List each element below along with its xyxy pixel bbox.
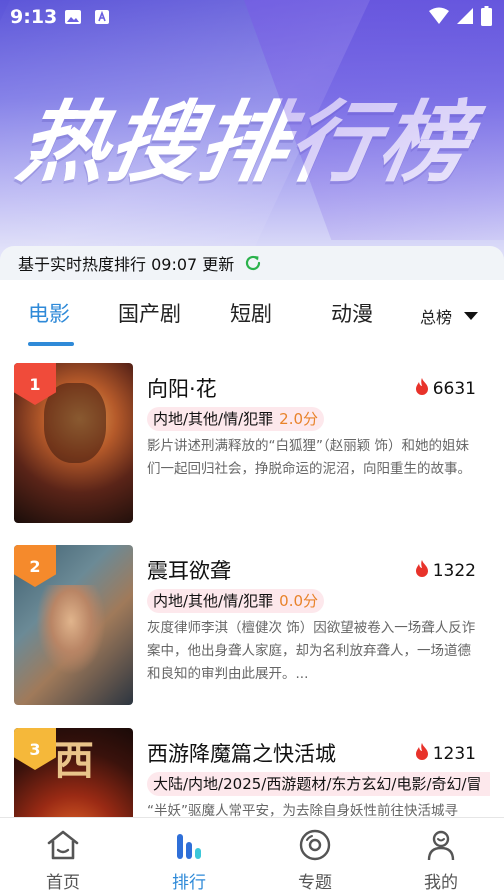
nav-label-profile: 我的 (424, 873, 458, 893)
genre-text: 大陆/内地/2025/西游题材/东方玄幻/电影/奇幻/冒 (153, 775, 482, 793)
status-bar: 9:13 (0, 0, 504, 36)
nav-home[interactable]: 首页 (23, 828, 103, 893)
fire-icon (414, 377, 430, 400)
signal-icon (457, 7, 473, 29)
refresh-icon[interactable] (244, 254, 262, 272)
heat-value: 1322 (432, 560, 476, 581)
ranking-scope-dropdown[interactable]: 总榜 (420, 304, 479, 328)
hero-title: 热搜排行榜 (11, 91, 480, 194)
genre-tag: 内地/其他/情/犯罪 2.0分 (147, 407, 325, 431)
fire-icon (414, 742, 430, 765)
update-info-bar: 基于实时热度排行 09:07 更新 (0, 246, 504, 280)
item-title[interactable]: 震耳欲聋 (147, 555, 231, 585)
poster-hands (36, 585, 106, 675)
tab-movie[interactable]: 电影 (28, 298, 70, 328)
user-icon (423, 828, 459, 866)
heat-count: 1231 (414, 742, 476, 765)
home-icon (45, 828, 81, 866)
nav-ranking[interactable]: 排行 (149, 828, 229, 893)
nav-label-home: 首页 (46, 873, 80, 893)
heat-count: 1322 (414, 559, 476, 582)
nav-label-topics: 专题 (298, 873, 332, 893)
heat-value: 1231 (432, 743, 476, 764)
category-tabs: 电影 国产剧 短剧 动漫 总榜 (0, 280, 504, 350)
item-description: 影片讲述刑满释放的“白狐狸”（赵丽颖 饰）和她的姐妹们一起回归社会，挣脱命运的泥… (147, 438, 471, 477)
score-text: 0.0分 (279, 592, 319, 610)
hero-banner: 热搜排行榜 (0, 0, 504, 280)
wifi-icon (429, 7, 449, 29)
update-text: 基于实时热度排行 09:07 更新 (18, 255, 235, 274)
poster-image[interactable]: 1 (14, 363, 133, 523)
heat-value: 6631 (432, 378, 476, 399)
item-title[interactable]: 西游降魔篇之快活城 (147, 738, 336, 768)
genre-text: 内地/其他/情/犯罪 (153, 592, 274, 610)
tab-domestic-series[interactable]: 国产剧 (118, 298, 181, 328)
rank-badge: 3 (14, 728, 56, 770)
fire-icon (414, 559, 430, 582)
list-item[interactable]: 2 震耳欲聋 1322 内地/其他/情/犯罪 0.0分 灰度律师李淇（檀健次 饰）… (0, 545, 504, 710)
poster-calligraphy: 西 (54, 737, 94, 784)
tab-short-drama[interactable]: 短剧 (230, 298, 272, 328)
image-notification-icon (64, 9, 82, 29)
item-title[interactable]: 向阳·花 (147, 373, 217, 403)
poster-figure (44, 383, 106, 463)
nav-topics[interactable]: 专题 (275, 828, 355, 893)
nav-label-ranking: 排行 (172, 873, 206, 893)
poster-image[interactable]: 2 (14, 545, 133, 705)
genre-tag: 内地/其他/情/犯罪 0.0分 (147, 589, 325, 613)
item-description: 灰度律师李淇（檀健次 饰）因欲望被卷入一场聋人反诈案中，他出身聋人家庭，却为名利… (147, 620, 476, 682)
status-time: 9:13 (10, 6, 58, 28)
ranking-screen: 热搜排行榜 9:13 基于实时热度排行 09:07 更新 电影 国产剧 短剧 动… (0, 0, 504, 896)
nav-profile[interactable]: 我的 (401, 828, 481, 893)
score-text: 2.0分 (279, 410, 319, 428)
heat-count: 6631 (414, 377, 476, 400)
dropdown-label: 总榜 (420, 308, 453, 327)
rank-badge: 2 (14, 545, 56, 587)
ranking-bars-icon (171, 828, 207, 866)
app-notification-icon (94, 9, 110, 29)
dropdown-arrow-icon (464, 312, 479, 320)
battery-icon (481, 6, 492, 30)
list-item[interactable]: 1 向阳·花 6631 内地/其他/情/犯罪 2.0分 影片讲述刑满释放的“白狐狸… (0, 363, 504, 528)
tab-anime[interactable]: 动漫 (331, 298, 373, 328)
disc-icon (297, 828, 333, 866)
active-tab-indicator (28, 342, 74, 346)
genre-text: 内地/其他/情/犯罪 (153, 410, 274, 428)
bottom-navigation: 首页 排行 专题 我的 (0, 817, 504, 896)
genre-tag: 大陆/内地/2025/西游题材/东方玄幻/电影/奇幻/冒 (147, 772, 490, 796)
status-icons (429, 6, 492, 30)
